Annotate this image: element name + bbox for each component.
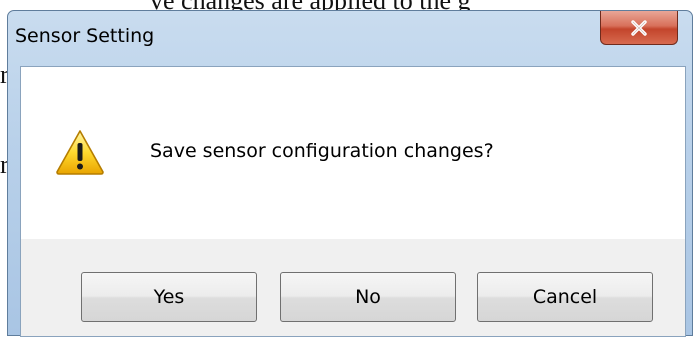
dialog-title: Sensor Setting	[15, 25, 155, 47]
close-icon	[631, 19, 647, 36]
cancel-button[interactable]: Cancel	[477, 272, 653, 322]
dialog-message: Save sensor configuration changes?	[150, 140, 494, 162]
warning-icon	[56, 130, 104, 175]
close-button[interactable]	[600, 11, 678, 45]
yes-button[interactable]: Yes	[81, 272, 257, 322]
button-bar: Yes No Cancel	[21, 239, 685, 336]
dialog-titlebar[interactable]: Sensor Setting	[8, 11, 692, 61]
no-button[interactable]: No	[280, 272, 456, 322]
message-area: Save sensor configuration changes?	[21, 67, 685, 239]
sensor-setting-dialog: Sensor Setting Save sensor configuration…	[7, 10, 693, 337]
dialog-body: Save sensor configuration changes? Yes N…	[20, 66, 686, 337]
